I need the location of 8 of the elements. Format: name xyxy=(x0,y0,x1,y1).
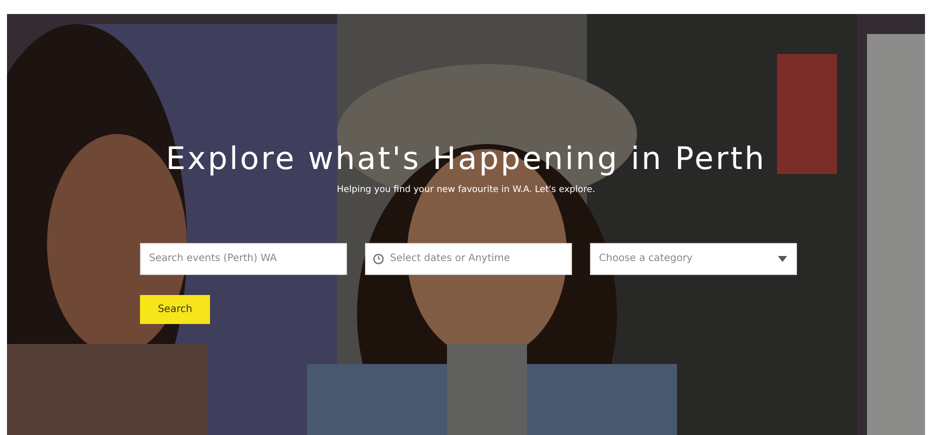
hero-subtitle: Helping you find your new favourite in W.A. Let's explore. xyxy=(336,184,596,198)
date-field[interactable]: Select dates or Anytime xyxy=(365,242,572,275)
caret-icon xyxy=(778,256,787,262)
search-field[interactable]: Search events (Perth) WA xyxy=(140,242,347,275)
search-button[interactable]: Search xyxy=(140,294,210,324)
category-select[interactable]: Choose a category xyxy=(590,242,797,275)
hero-title: Explore what's Happening in Perth xyxy=(164,141,768,178)
clock-icon xyxy=(373,253,384,264)
